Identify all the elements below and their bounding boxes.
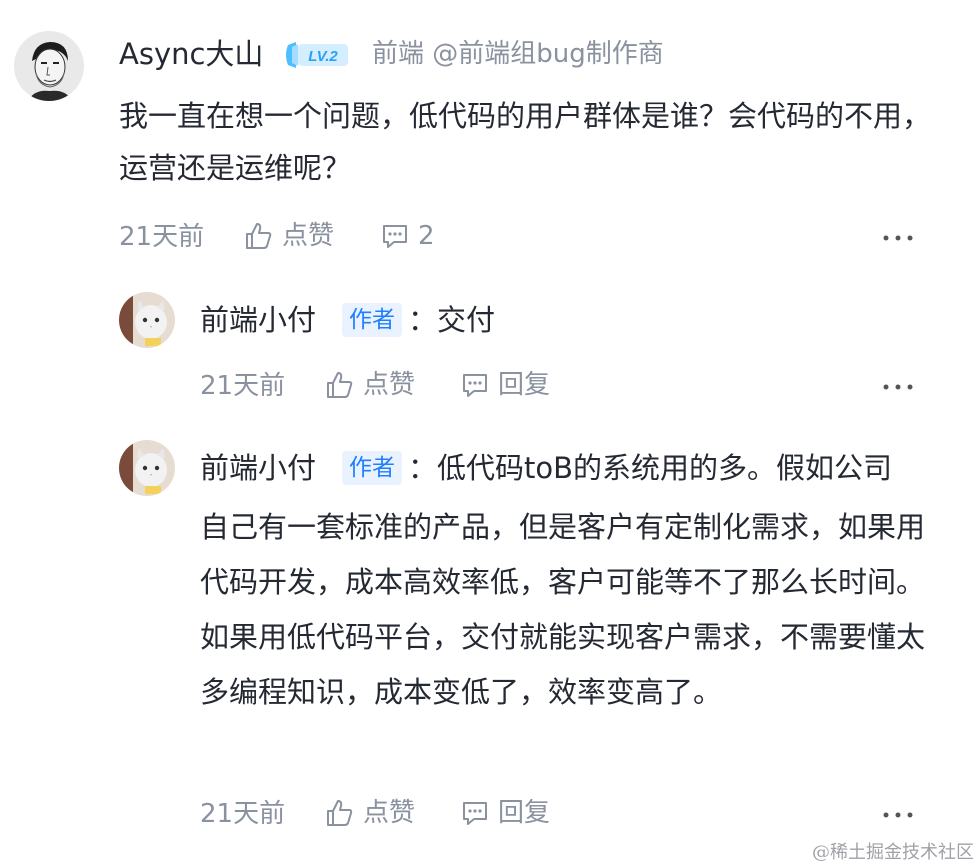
comment-time: 21天前 bbox=[119, 222, 205, 252]
reply-count: 2 bbox=[418, 221, 435, 251]
comment-count-button[interactable]: 2 bbox=[380, 221, 435, 251]
reply-separator: ： bbox=[408, 451, 438, 485]
reply-label: 回复 bbox=[498, 798, 551, 828]
author-badge: 作者 bbox=[342, 303, 402, 337]
more-icon bbox=[883, 235, 913, 241]
reply-separator: ： bbox=[408, 303, 438, 337]
more-options-button[interactable] bbox=[881, 223, 915, 253]
reply-header: 前端小付 bbox=[200, 306, 316, 335]
like-button[interactable]: 点赞 bbox=[325, 370, 415, 400]
thumbs-up-icon bbox=[327, 800, 353, 826]
watermark: @稀土掘金技术社区 bbox=[812, 842, 974, 863]
comment-icon bbox=[383, 225, 407, 248]
thumbs-up-icon bbox=[327, 372, 353, 398]
reply-username[interactable]: 前端小付 bbox=[200, 451, 316, 485]
author-badge: 作者 bbox=[342, 451, 402, 485]
reply-text-first-line: 低代码toB的系统用的多。假如公司 bbox=[437, 451, 893, 485]
reply-content: ：交付 bbox=[408, 306, 495, 335]
thumbs-up-icon bbox=[246, 223, 272, 249]
reply-label: 回复 bbox=[498, 370, 551, 400]
like-button[interactable]: 点赞 bbox=[244, 221, 334, 251]
reply-content-line1: ：低代码toB的系统用的多。假如公司 bbox=[408, 454, 892, 483]
like-label: 点赞 bbox=[363, 798, 416, 828]
reply-text: 交付 bbox=[437, 303, 496, 337]
comment-icon bbox=[463, 802, 487, 825]
more-icon bbox=[883, 384, 913, 390]
comment-content: 我一直在想一个问题，低代码的用户群体是谁？会代码的不用，运营还是运维呢？ bbox=[119, 99, 932, 185]
more-options-button[interactable] bbox=[881, 372, 915, 402]
reply-button[interactable]: 回复 bbox=[460, 798, 550, 828]
reply-avatar[interactable] bbox=[119, 440, 175, 496]
more-icon bbox=[883, 812, 913, 818]
reply-username[interactable]: 前端小付 bbox=[200, 303, 316, 337]
reply-time: 21天前 bbox=[200, 799, 286, 829]
level-badge-icon: LV.2 bbox=[286, 42, 348, 68]
svg-text:LV.2: LV.2 bbox=[308, 48, 338, 65]
more-options-button[interactable] bbox=[881, 800, 915, 830]
comment-username[interactable]: Async大山 bbox=[119, 40, 263, 69]
reply-content: 自己有一套标准的产品，但是客户有定制化需求，如果用代码开发，成本高效率低，客户可… bbox=[200, 510, 926, 709]
reply-avatar[interactable] bbox=[119, 292, 175, 348]
comment-icon bbox=[463, 374, 487, 397]
user-job-title: 前端 @前端组bug制作商 bbox=[372, 39, 664, 69]
level-badge: LV.2 bbox=[282, 41, 350, 69]
reply-time: 21天前 bbox=[200, 371, 286, 401]
like-label: 点赞 bbox=[363, 370, 416, 400]
avatar[interactable] bbox=[14, 31, 84, 101]
like-button[interactable]: 点赞 bbox=[325, 798, 415, 828]
reply-header: 前端小付 bbox=[200, 454, 316, 483]
like-label: 点赞 bbox=[282, 221, 335, 251]
reply-button[interactable]: 回复 bbox=[460, 370, 550, 400]
